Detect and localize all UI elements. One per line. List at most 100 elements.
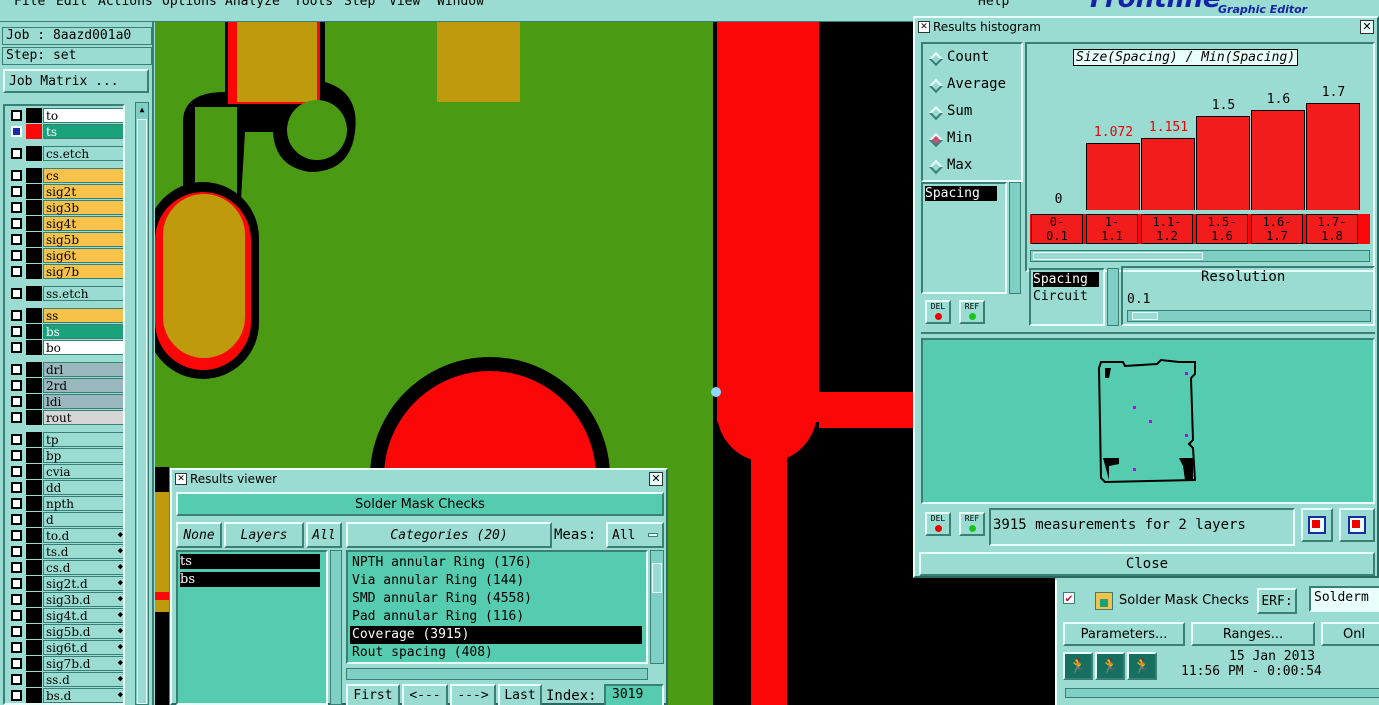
layer-row-dd[interactable]: dd [7,480,123,495]
layer-checkbox[interactable] [11,434,22,445]
results-histogram-close-icon[interactable]: ✕ [1360,20,1374,34]
categories-hscrollbar[interactable] [346,668,648,680]
layer-checkbox[interactable] [11,288,22,299]
layer-affected-indicator[interactable] [26,394,42,409]
layer-affected-indicator[interactable] [26,592,42,607]
histogram-range-label[interactable]: 1.6- 1.7 [1251,214,1303,244]
layer-row-rout[interactable]: rout [7,410,123,425]
layer-affected-indicator[interactable] [26,624,42,639]
categories-button[interactable]: Categories (20) [346,522,552,548]
layer-checkbox[interactable] [11,218,22,229]
layer-checkbox[interactable] [11,530,22,541]
layer-row-drl[interactable]: drl [7,362,123,377]
all-layers-button[interactable]: All [306,522,342,548]
layer-row-d[interactable]: d [7,512,123,527]
layer-row-ss[interactable]: ss [7,308,123,323]
layer-row-bs-d[interactable]: bs.d ◆ [7,688,123,703]
value-list-item[interactable]: Circuit [1033,288,1088,306]
resolution-slider-thumb[interactable] [1132,312,1158,320]
value-list-scrollbar[interactable] [1107,268,1119,326]
layer-checkbox[interactable] [11,690,22,701]
layer-row-2rd[interactable]: 2rd [7,378,123,393]
histogram-hscrollbar[interactable] [1030,250,1370,262]
menu-file[interactable]: File [14,0,45,9]
layers-results-scrollbar[interactable] [330,550,342,705]
run-selected-icon[interactable]: 🏃 [1095,652,1125,680]
layer-checkbox[interactable] [11,126,22,137]
categories-scroll-thumb[interactable] [652,563,662,593]
layer-row-sig4t-d[interactable]: sig4t.d ◆ [7,608,123,623]
layer-row-sig6t[interactable]: sig6t [7,248,123,263]
last-button[interactable]: Last [498,684,542,705]
category-item[interactable]: SMD annular Ring (4558) [352,590,532,608]
layer-row-bs[interactable]: bs [7,324,123,339]
menu-view[interactable]: View [389,0,420,9]
histogram-bar[interactable] [1196,116,1250,210]
close-button[interactable]: Close [919,552,1375,576]
layer-affected-indicator[interactable] [26,688,42,703]
layer-checkbox[interactable] [11,610,22,621]
layer-checkbox[interactable] [11,498,22,509]
histogram-bar[interactable] [1306,103,1360,210]
board-preview[interactable] [921,338,1375,504]
layer-checkbox[interactable] [11,562,22,573]
layer-affected-indicator[interactable] [26,168,42,183]
category-item-selected[interactable]: Coverage (3915) [350,626,642,644]
layer-checkbox[interactable] [11,250,22,261]
layer-row-ss-d[interactable]: ss.d ◆ [7,672,123,687]
menu-options[interactable]: Options [162,0,217,9]
scroll-up-icon[interactable]: ▲ [137,105,147,115]
layer-checkbox[interactable] [11,658,22,669]
layer-row-ts-d[interactable]: ts.d ◆ [7,544,123,559]
results-viewer-titlebar[interactable]: ✕ Results viewer ✕ [172,470,666,488]
resolution-slider[interactable] [1127,310,1371,322]
next-button[interactable]: ---> [450,684,496,705]
layer-affected-indicator[interactable] [26,432,42,447]
menu-edit[interactable]: Edit [56,0,87,9]
layer-affected-indicator[interactable] [26,656,42,671]
layer-checkbox[interactable] [11,234,22,245]
layer-affected-indicator[interactable] [26,448,42,463]
layer-row-sig4t[interactable]: sig4t [7,216,123,231]
layer-checkbox[interactable] [11,310,22,321]
layer-checkbox[interactable] [11,626,22,637]
layers-button[interactable]: Layers [224,522,304,548]
layer-affected-indicator[interactable] [26,608,42,623]
results-layer-item[interactable]: ts [180,554,320,569]
layer-affected-indicator[interactable] [26,464,42,479]
value-list-item[interactable]: Spacing [1033,272,1099,287]
window-menu-icon[interactable]: ✕ [175,473,187,485]
erf-field[interactable]: Solderm [1309,586,1379,612]
histogram-range-label[interactable]: 1.5- 1.6 [1196,214,1248,244]
window-menu-icon[interactable]: ✕ [918,21,930,33]
layer-row-sig5b[interactable]: sig5b [7,232,123,247]
layer-row-ss-etch[interactable]: ss.etch [7,286,123,301]
layer-row-sig2t-d[interactable]: sig2t.d ◆ [7,576,123,591]
zoom-to-board-button[interactable] [1339,508,1375,542]
results-layer-item[interactable]: bs [180,572,320,587]
smc-hscrollbar[interactable] [1065,688,1379,698]
layer-checkbox[interactable] [11,148,22,159]
layer-affected-indicator[interactable] [26,544,42,559]
online-button[interactable]: Onl [1321,622,1379,646]
layer-row-sig7b-d[interactable]: sig7b.d ◆ [7,656,123,671]
ref-button-top[interactable]: REF [959,300,985,324]
layer-affected-indicator[interactable] [26,264,42,279]
layer-affected-indicator[interactable] [26,324,42,339]
menu-step[interactable]: Step [344,0,375,9]
index-field[interactable]: 3019 [604,684,664,705]
histogram-bar[interactable] [1251,110,1305,210]
layer-checkbox[interactable] [11,546,22,557]
layer-checkbox[interactable] [11,170,22,181]
layer-affected-indicator[interactable] [26,286,42,301]
layer-checkbox[interactable] [11,674,22,685]
histogram-range-label[interactable]: 1.1- 1.2 [1141,214,1193,244]
layer-affected-indicator[interactable] [26,672,42,687]
layer-affected-indicator[interactable] [26,480,42,495]
layer-affected-indicator[interactable] [26,512,42,527]
measure-list-scrollbar[interactable] [1009,182,1021,294]
layer-checkbox[interactable] [11,326,22,337]
layer-checkbox[interactable] [11,578,22,589]
histogram-bar[interactable] [1086,143,1140,210]
mode-max-radio[interactable] [928,159,944,175]
